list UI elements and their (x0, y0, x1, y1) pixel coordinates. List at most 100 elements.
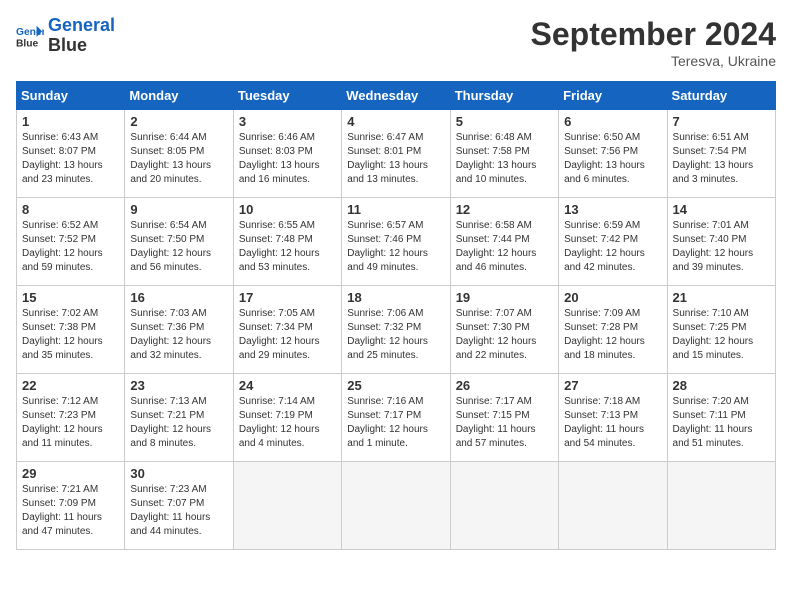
calendar-day-3: 3Sunrise: 6:46 AM Sunset: 8:03 PM Daylig… (233, 110, 341, 198)
day-info: Sunrise: 7:23 AM Sunset: 7:07 PM Dayligh… (130, 483, 227, 539)
day-header-saturday: Saturday (667, 82, 775, 110)
day-number: 6 (564, 114, 661, 129)
calendar-day-9: 9Sunrise: 6:54 AM Sunset: 7:50 PM Daylig… (125, 198, 233, 286)
day-number: 7 (673, 114, 770, 129)
calendar-week-4: 22 Sunrise: 7:12 AM Sunset: 7:23 PM Dayli… (17, 374, 776, 462)
day-info: Sunrise: 7:09 AM Sunset: 7:28 PM Dayligh… (564, 307, 661, 363)
calendar-day-16: 16 Sunrise: 7:03 AM Sunset: 7:36 PM Dayli… (125, 286, 233, 374)
calendar-week-5: 29 Sunrise: 7:21 AM Sunset: 7:09 PM Dayli… (17, 462, 776, 550)
calendar-table: SundayMondayTuesdayWednesdayThursdayFrid… (16, 81, 776, 550)
day-number: 30 (130, 466, 227, 481)
calendar-day-7: 7 Sunrise: 6:51 AM Sunset: 7:54 PM Daylig… (667, 110, 775, 198)
day-info: Sunrise: 7:02 AM Sunset: 7:38 PM Dayligh… (22, 307, 119, 363)
day-number: 1 (22, 114, 119, 129)
day-info: Sunrise: 6:46 AM Sunset: 8:03 PM Dayligh… (239, 131, 336, 187)
calendar-day-27: 27Sunrise: 7:18 AM Sunset: 7:13 PM Dayli… (559, 374, 667, 462)
day-number: 4 (347, 114, 444, 129)
day-number: 14 (673, 202, 770, 217)
day-number: 28 (673, 378, 770, 393)
day-info: Sunrise: 6:48 AM Sunset: 7:58 PM Dayligh… (456, 131, 553, 187)
day-number: 20 (564, 290, 661, 305)
calendar-day-29: 29 Sunrise: 7:21 AM Sunset: 7:09 PM Dayli… (17, 462, 125, 550)
day-number: 9 (130, 202, 227, 217)
month-title: September 2024 (531, 16, 776, 53)
day-number: 15 (22, 290, 119, 305)
day-number: 22 (22, 378, 119, 393)
calendar-day-12: 12 Sunrise: 6:58 AM Sunset: 7:44 PM Dayli… (450, 198, 558, 286)
day-number: 24 (239, 378, 336, 393)
day-info: Sunrise: 6:59 AM Sunset: 7:42 PM Dayligh… (564, 219, 661, 275)
calendar-day-8: 8 Sunrise: 6:52 AM Sunset: 7:52 PM Daylig… (17, 198, 125, 286)
calendar-day-19: 19Sunrise: 7:07 AM Sunset: 7:30 PM Dayli… (450, 286, 558, 374)
calendar-day-empty (233, 462, 341, 550)
calendar-day-24: 24 Sunrise: 7:14 AM Sunset: 7:19 PM Dayli… (233, 374, 341, 462)
day-info: Sunrise: 6:51 AM Sunset: 7:54 PM Dayligh… (673, 131, 770, 187)
day-info: Sunrise: 7:16 AM Sunset: 7:17 PM Dayligh… (347, 395, 444, 451)
calendar-day-5: 5 Sunrise: 6:48 AM Sunset: 7:58 PM Daylig… (450, 110, 558, 198)
calendar-day-empty (667, 462, 775, 550)
calendar-header: SundayMondayTuesdayWednesdayThursdayFrid… (17, 82, 776, 110)
calendar-week-1: 1 Sunrise: 6:43 AM Sunset: 8:07 PM Daylig… (17, 110, 776, 198)
day-info: Sunrise: 6:58 AM Sunset: 7:44 PM Dayligh… (456, 219, 553, 275)
calendar-day-23: 23Sunrise: 7:13 AM Sunset: 7:21 PM Dayli… (125, 374, 233, 462)
day-info: Sunrise: 7:14 AM Sunset: 7:19 PM Dayligh… (239, 395, 336, 451)
day-number: 8 (22, 202, 119, 217)
calendar-day-22: 22 Sunrise: 7:12 AM Sunset: 7:23 PM Dayli… (17, 374, 125, 462)
day-info: Sunrise: 7:10 AM Sunset: 7:25 PM Dayligh… (673, 307, 770, 363)
calendar-day-21: 21Sunrise: 7:10 AM Sunset: 7:25 PM Dayli… (667, 286, 775, 374)
day-number: 2 (130, 114, 227, 129)
day-number: 10 (239, 202, 336, 217)
calendar-day-25: 25 Sunrise: 7:16 AM Sunset: 7:17 PM Dayli… (342, 374, 450, 462)
logo-blue: Blue (48, 35, 87, 55)
calendar-day-18: 18 Sunrise: 7:06 AM Sunset: 7:32 PM Dayli… (342, 286, 450, 374)
day-info: Sunrise: 6:44 AM Sunset: 8:05 PM Dayligh… (130, 131, 227, 187)
day-info: Sunrise: 7:06 AM Sunset: 7:32 PM Dayligh… (347, 307, 444, 363)
calendar-week-3: 15 Sunrise: 7:02 AM Sunset: 7:38 PM Dayli… (17, 286, 776, 374)
day-info: Sunrise: 6:43 AM Sunset: 8:07 PM Dayligh… (22, 131, 119, 187)
day-header-friday: Friday (559, 82, 667, 110)
day-number: 11 (347, 202, 444, 217)
calendar-day-empty (450, 462, 558, 550)
day-number: 29 (22, 466, 119, 481)
logo-text: General Blue (48, 16, 115, 56)
day-info: Sunrise: 6:57 AM Sunset: 7:46 PM Dayligh… (347, 219, 444, 275)
day-number: 17 (239, 290, 336, 305)
logo-icon: General Blue (16, 22, 44, 50)
calendar-day-11: 11 Sunrise: 6:57 AM Sunset: 7:46 PM Dayli… (342, 198, 450, 286)
day-headers-row: SundayMondayTuesdayWednesdayThursdayFrid… (17, 82, 776, 110)
day-number: 25 (347, 378, 444, 393)
calendar-day-15: 15 Sunrise: 7:02 AM Sunset: 7:38 PM Dayli… (17, 286, 125, 374)
logo-general: General (48, 15, 115, 35)
calendar-day-4: 4Sunrise: 6:47 AM Sunset: 8:01 PM Daylig… (342, 110, 450, 198)
day-number: 18 (347, 290, 444, 305)
day-info: Sunrise: 6:52 AM Sunset: 7:52 PM Dayligh… (22, 219, 119, 275)
day-header-thursday: Thursday (450, 82, 558, 110)
day-info: Sunrise: 7:03 AM Sunset: 7:36 PM Dayligh… (130, 307, 227, 363)
day-number: 26 (456, 378, 553, 393)
calendar-day-20: 20 Sunrise: 7:09 AM Sunset: 7:28 PM Dayli… (559, 286, 667, 374)
calendar-day-6: 6Sunrise: 6:50 AM Sunset: 7:56 PM Daylig… (559, 110, 667, 198)
calendar-day-17: 17 Sunrise: 7:05 AM Sunset: 7:34 PM Dayli… (233, 286, 341, 374)
day-info: Sunrise: 7:12 AM Sunset: 7:23 PM Dayligh… (22, 395, 119, 451)
day-number: 12 (456, 202, 553, 217)
calendar-day-empty (342, 462, 450, 550)
calendar-day-empty (559, 462, 667, 550)
page-header: General Blue General Blue September 2024… (16, 16, 776, 69)
day-number: 5 (456, 114, 553, 129)
day-number: 16 (130, 290, 227, 305)
day-info: Sunrise: 7:05 AM Sunset: 7:34 PM Dayligh… (239, 307, 336, 363)
calendar-day-13: 13 Sunrise: 6:59 AM Sunset: 7:42 PM Dayli… (559, 198, 667, 286)
calendar-day-2: 2 Sunrise: 6:44 AM Sunset: 8:05 PM Daylig… (125, 110, 233, 198)
day-header-sunday: Sunday (17, 82, 125, 110)
day-number: 13 (564, 202, 661, 217)
day-header-wednesday: Wednesday (342, 82, 450, 110)
day-info: Sunrise: 7:01 AM Sunset: 7:40 PM Dayligh… (673, 219, 770, 275)
calendar-day-26: 26Sunrise: 7:17 AM Sunset: 7:15 PM Dayli… (450, 374, 558, 462)
calendar-body: 1 Sunrise: 6:43 AM Sunset: 8:07 PM Daylig… (17, 110, 776, 550)
day-info: Sunrise: 7:21 AM Sunset: 7:09 PM Dayligh… (22, 483, 119, 539)
logo: General Blue General Blue (16, 16, 115, 56)
calendar-day-1: 1 Sunrise: 6:43 AM Sunset: 8:07 PM Daylig… (17, 110, 125, 198)
day-info: Sunrise: 7:18 AM Sunset: 7:13 PM Dayligh… (564, 395, 661, 451)
location: Teresva, Ukraine (531, 53, 776, 69)
calendar-day-14: 14 Sunrise: 7:01 AM Sunset: 7:40 PM Dayli… (667, 198, 775, 286)
